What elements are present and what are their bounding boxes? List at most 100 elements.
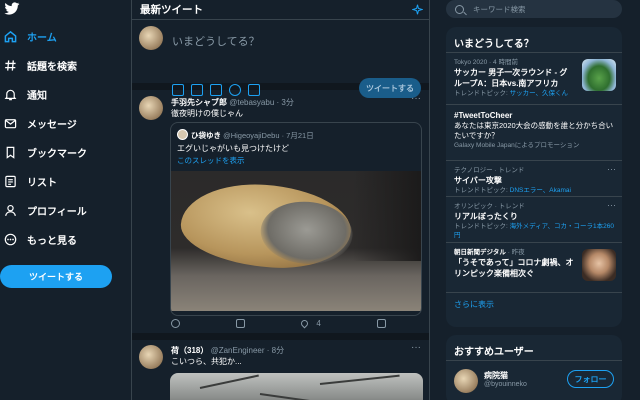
author-handle[interactable]: @tebasyabu [229, 98, 274, 107]
sparkle-icon[interactable] [412, 4, 423, 15]
home-icon [4, 30, 17, 42]
avatar[interactable] [139, 345, 163, 369]
nav-item-more[interactable]: もっと見る [4, 229, 77, 249]
quoted-tweet-text: エグいじゃがいも見つけたけど [177, 144, 289, 153]
trend-topics-label: トレンドトピック: [454, 223, 510, 230]
search-input[interactable]: キーワード検索 [446, 0, 622, 18]
retweet-button[interactable] [236, 319, 246, 328]
news-item[interactable]: 朝日新聞デジタル · 昨夜 「うそであって」コロナ劇禍、オリンピック楽備相次ぐ [446, 243, 622, 293]
bike-frame [199, 374, 259, 389]
nav-item-explore[interactable]: 話題を検索 [4, 55, 77, 75]
trends-panel: いまどうしてる？ Tokyo 2020 · 4 時間前 サッカー 男子一次ラウン… [446, 27, 622, 327]
page-title: 最新ツイート [140, 4, 203, 16]
nav-item-messages[interactable]: メッセージ [4, 113, 77, 133]
trend-context: テクノロジー · トレンド [454, 167, 525, 174]
mail-icon [4, 118, 17, 128]
more-options-icon[interactable]: ··· [411, 93, 421, 104]
like-count: 4 [316, 319, 321, 328]
potato-photo[interactable] [171, 171, 421, 311]
show-thread-link[interactable]: このスレッドを表示 [177, 155, 245, 166]
tweet-header: 荷（318） @ZanEngineer · 8分 [171, 345, 284, 356]
share-icon [376, 319, 386, 328]
nav-item-label: 通知 [27, 90, 47, 102]
tweet-time[interactable]: · 8分 [267, 346, 284, 355]
show-more-link[interactable]: さらに表示 [446, 293, 622, 317]
news-source: 朝日新聞デジタル [454, 249, 506, 256]
trend-context: オリンピック · トレンド [454, 203, 525, 210]
trend-topics-links[interactable]: サッカー、久保くん [510, 90, 568, 97]
trend-topics: トレンドトピック: 海外メディア、コカ・コーラ1本260円 [454, 222, 614, 240]
more-options-icon[interactable]: ··· [607, 164, 616, 174]
compose-input[interactable]: いまどうしてる？ [172, 33, 260, 49]
nav-item-profile[interactable]: プロフィール [4, 200, 87, 220]
quoted-tweet-header: ひ袋ゆき @HigeoyajiDebu · 7月21日 [191, 130, 314, 141]
nav-item-lists[interactable]: リスト [4, 171, 57, 191]
stadium-thumbnail [582, 59, 616, 91]
promoted-trend[interactable]: #TweetToCheer あなたは東京2020大会の感動を誰と分かち合いたいで… [446, 105, 622, 161]
avatar[interactable] [139, 26, 163, 50]
nav-item-label: プロフィール [27, 206, 87, 218]
list-icon [5, 175, 16, 187]
trend-topics-links[interactable]: DNSエラー、Akamai [510, 187, 571, 194]
author-name[interactable]: 手羽先シャブ郎 [171, 98, 227, 107]
person-icon [5, 204, 16, 216]
nav-item-label: もっと見る [27, 235, 77, 247]
nav-item-bookmarks[interactable]: ブックマーク [4, 142, 87, 162]
nav-item-label: メッセージ [27, 119, 77, 131]
avatar[interactable] [454, 369, 478, 393]
nav-item-notifications[interactable]: 通知 [4, 84, 47, 104]
follow-button[interactable]: フォロー [567, 370, 614, 388]
left-navigation: ホーム 話題を検索 通知 メッセージ ブックマーク リスト プロフィール もっと… [0, 0, 130, 400]
tweet-button[interactable]: ツイートする [0, 265, 112, 288]
author-handle[interactable]: @ZanEngineer [211, 346, 265, 355]
nav-item-label: ブックマーク [27, 148, 87, 160]
trend-title: リアルぼったくり [454, 212, 518, 221]
like-button[interactable]: 4 [299, 318, 321, 329]
trend-item[interactable]: Tokyo 2020 · 4 時間前 サッカー 男子一次ラウンド - グループA… [446, 53, 622, 105]
avatar [177, 129, 188, 140]
tweet-time: · 7月21日 [281, 131, 314, 140]
tweet-text: 徹夜明けの僕じゃん [171, 109, 243, 118]
trend-topics: トレンドトピック: DNSエラー、Akamai [454, 186, 614, 195]
tweet-time[interactable]: · 3分 [277, 98, 294, 107]
trend-description: あなたは東京2020大会の感動を誰と分かち合いたいですか？ [454, 121, 614, 140]
nav-item-home[interactable]: ホーム [4, 26, 57, 46]
share-button[interactable] [376, 319, 386, 328]
retweet-icon [236, 319, 246, 328]
follow-suggestion[interactable]: 病院猫 @byouinneko フォロー [446, 361, 622, 400]
photo-shadow [353, 171, 421, 261]
trend-topics-label: トレンドトピック: [454, 90, 510, 97]
tweet-text: こいつら、共犯か... [171, 357, 242, 366]
compose-box: いまどうしてる？ ツイートする [132, 20, 429, 98]
nav-item-label: ホーム [27, 32, 57, 44]
author-handle: @HigeoyajiDebu [223, 131, 280, 140]
timeline-header: 最新ツイート [132, 0, 429, 20]
hashtag-icon [5, 59, 16, 71]
reply-icon [171, 319, 180, 328]
reply-button[interactable] [171, 319, 180, 328]
bicycles-photo[interactable] [170, 373, 423, 400]
more-options-icon[interactable]: ··· [411, 342, 421, 353]
potato [178, 179, 355, 273]
potato-face [258, 198, 355, 267]
trend-item[interactable]: テクノロジー · トレンド サイバー攻撃 トレンドトピック: DNSエラー、Ak… [446, 161, 622, 197]
trends-title: いまどうしてる？ [446, 27, 622, 53]
more-options-icon[interactable]: ··· [607, 200, 616, 210]
avatar[interactable] [139, 96, 163, 120]
tweet-actions: 4 [171, 318, 386, 329]
trend-title: サッカー 男子一次ラウンド - グループA：日本vs.南アフリカ [454, 68, 568, 88]
bike-frame [259, 393, 330, 400]
tweet[interactable]: 荷（318） @ZanEngineer · 8分 ··· こいつら、共犯か... [132, 333, 429, 400]
search-icon [455, 4, 464, 14]
news-time: · 昨夜 [507, 249, 525, 256]
who-to-follow-panel: おすすめユーザー 病院猫 @byouinneko フォロー [446, 335, 622, 400]
news-title: 「うそであって」コロナ劇禍、オリンピック楽備相次ぐ [454, 258, 574, 278]
trend-item[interactable]: オリンピック · トレンド リアルぼったくり トレンドトピック: 海外メディア、… [446, 197, 622, 243]
author-name[interactable]: 荷（318） [171, 346, 208, 355]
twitter-bird-icon[interactable] [4, 2, 20, 16]
suggested-user-name[interactable]: 病院猫 [484, 370, 508, 381]
quoted-tweet[interactable]: ひ袋ゆき @HigeoyajiDebu · 7月21日 エグいじゃがいも見つけた… [170, 122, 422, 316]
nav-item-label: 話題を検索 [27, 61, 77, 73]
bike-frame [319, 374, 400, 385]
right-sidebar: キーワード検索 いまどうしてる？ Tokyo 2020 · 4 時間前 サッカー… [446, 0, 622, 400]
